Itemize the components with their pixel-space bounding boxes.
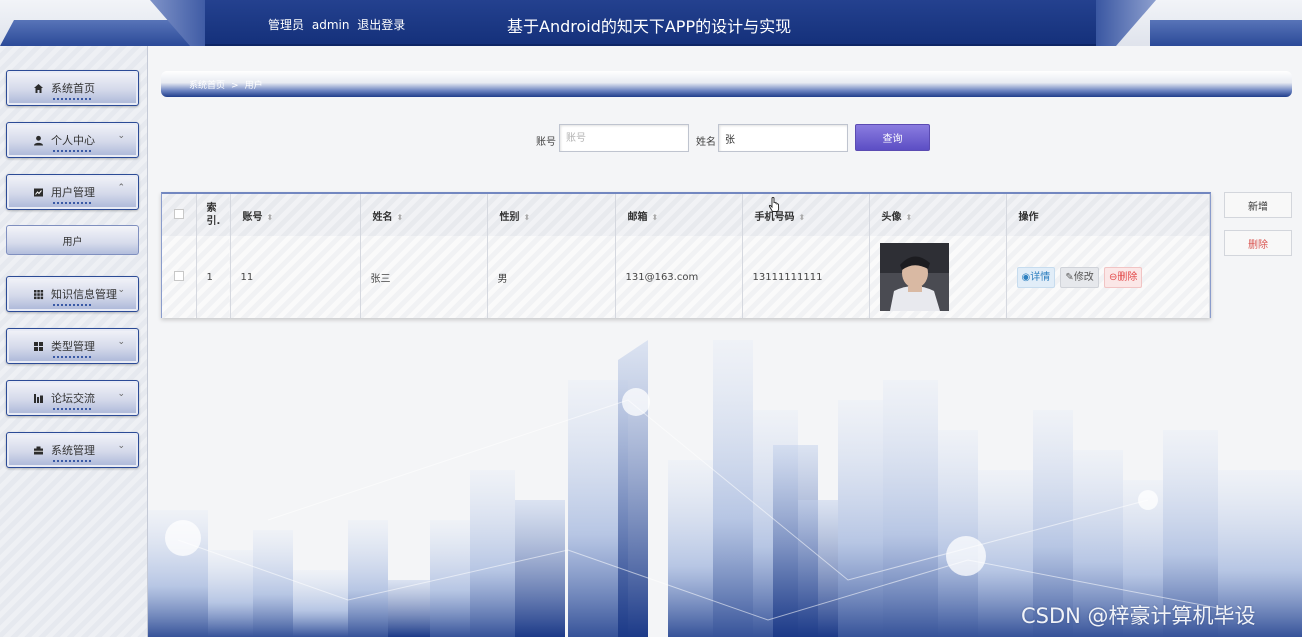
table-row: 1 11 张三 男 131@163.com 13111111111 ◉详情 ✎修… bbox=[162, 236, 1210, 318]
home-icon bbox=[32, 82, 44, 94]
breadcrumb-current: 用户 bbox=[244, 81, 263, 91]
edit-icon: ✎ bbox=[1065, 271, 1074, 283]
eye-icon: ◉ bbox=[1021, 271, 1031, 283]
sidebar-item-label: 系统首页 bbox=[51, 82, 95, 95]
csdn-watermark: CSDN @梓豪计算机毕设 bbox=[1021, 604, 1256, 628]
grid-icon bbox=[32, 288, 44, 300]
select-all-header bbox=[162, 194, 197, 236]
row-checkbox[interactable] bbox=[174, 270, 184, 281]
add-button[interactable]: 新增 bbox=[1224, 192, 1292, 218]
cell-gender: 男 bbox=[487, 236, 616, 318]
user-icon bbox=[32, 134, 44, 146]
cell-actions: ◉详情 ✎修改 ⊖删除 bbox=[1006, 236, 1210, 318]
cell-phone: 13111111111 bbox=[742, 236, 870, 318]
menu-underline bbox=[53, 202, 93, 204]
apps-icon bbox=[32, 340, 44, 352]
sort-icon: ⬍ bbox=[523, 212, 531, 222]
column-header-phone[interactable]: 手机号码 ⬍ bbox=[742, 194, 870, 236]
sidebar-subitem-user[interactable]: 用户 bbox=[6, 225, 139, 255]
app-title: 基于Android的知天下APP的设计与实现 bbox=[507, 17, 792, 36]
sort-icon: ⬍ bbox=[798, 212, 806, 222]
sidebar-item-label: 个人中心 bbox=[51, 134, 95, 147]
cell-account: 11 bbox=[230, 236, 361, 318]
row-select-cell bbox=[162, 236, 197, 318]
sidebar-item-personal-center[interactable]: 个人中心 ⌄ bbox=[6, 122, 139, 158]
sidebar-item-system-manage[interactable]: 系统管理 ⌄ bbox=[6, 432, 139, 468]
delete-button[interactable]: ⊖删除 bbox=[1104, 266, 1143, 288]
sidebar-item-label: 用户管理 bbox=[51, 186, 95, 199]
user-manage-icon bbox=[32, 186, 44, 198]
sidebar-item-label: 类型管理 bbox=[51, 340, 95, 353]
column-header-name[interactable]: 姓名 ⬍ bbox=[360, 194, 488, 236]
sidebar-item-label: 论坛交流 bbox=[51, 392, 95, 405]
search-button[interactable]: 查询 bbox=[855, 124, 930, 151]
account-search-input[interactable] bbox=[559, 124, 689, 152]
user-table: 索引. 账号 ⬍ 姓名 ⬍ 性别 ⬍ 邮箱 ⬍ 手机号码 ⬍ 头像 ⬍ 操作 1 11 张三… bbox=[161, 192, 1211, 318]
briefcase-icon bbox=[32, 444, 44, 456]
sort-icon: ⬍ bbox=[905, 212, 913, 222]
menu-underline bbox=[53, 304, 93, 306]
sidebar-item-home[interactable]: 系统首页 bbox=[6, 70, 139, 106]
breadcrumb-separator: > bbox=[231, 81, 239, 91]
chevron-down-icon: ⌄ bbox=[117, 285, 125, 295]
table-header-row: 索引. 账号 ⬍ 姓名 ⬍ 性别 ⬍ 邮箱 ⬍ 手机号码 ⬍ 头像 ⬍ 操作 bbox=[162, 194, 1210, 236]
user-avatar-image bbox=[879, 243, 949, 311]
chevron-down-icon: ⌄ bbox=[117, 337, 125, 347]
sidebar-item-label: 系统管理 bbox=[51, 444, 95, 457]
sort-icon: ⬍ bbox=[266, 212, 274, 222]
menu-underline bbox=[53, 460, 93, 462]
chevron-down-icon: ⌄ bbox=[117, 389, 125, 399]
chevron-up-icon: ⌃ bbox=[117, 183, 125, 193]
sidebar-item-user-manage[interactable]: 用户管理 ⌃ bbox=[6, 174, 139, 210]
column-header-avatar[interactable]: 头像 ⬍ bbox=[869, 194, 1007, 236]
city-skyline-background bbox=[148, 340, 1302, 637]
sort-icon: ⬍ bbox=[651, 212, 659, 222]
account-label: 账号 bbox=[536, 137, 556, 148]
cell-avatar bbox=[869, 236, 1007, 318]
cell-email: 131@163.com bbox=[615, 236, 743, 318]
menu-underline bbox=[53, 98, 93, 100]
sidebar-item-knowledge-manage[interactable]: 知识信息管理 ⌄ bbox=[6, 276, 139, 312]
edit-button[interactable]: ✎修改 bbox=[1060, 266, 1099, 288]
column-header-index: 索引. bbox=[196, 194, 231, 236]
sort-icon: ⬍ bbox=[396, 212, 404, 222]
logout-link[interactable]: 退出登录 bbox=[357, 18, 405, 32]
cell-index: 1 bbox=[196, 236, 231, 318]
admin-role: 管理员 bbox=[268, 18, 305, 32]
breadcrumb-bar bbox=[161, 71, 1292, 97]
select-all-checkbox[interactable] bbox=[174, 208, 184, 219]
sidebar-item-type-manage[interactable]: 类型管理 ⌄ bbox=[6, 328, 139, 364]
detail-button[interactable]: ◉详情 bbox=[1016, 266, 1056, 288]
column-header-account[interactable]: 账号 ⬍ bbox=[230, 194, 361, 236]
admin-info: 管理员 admin 退出登录 bbox=[268, 16, 409, 33]
breadcrumb-home[interactable]: 系统首页 bbox=[189, 81, 225, 91]
menu-underline bbox=[53, 150, 93, 152]
name-search-input[interactable] bbox=[718, 124, 848, 152]
batch-delete-button[interactable]: 删除 bbox=[1224, 230, 1292, 256]
chevron-down-icon: ⌄ bbox=[117, 131, 125, 141]
breadcrumb: 系统首页 > 用户 bbox=[189, 78, 263, 91]
column-header-actions: 操作 bbox=[1006, 194, 1210, 236]
chart-icon bbox=[32, 392, 44, 404]
menu-underline bbox=[53, 356, 93, 358]
mouse-cursor-icon bbox=[768, 197, 780, 216]
column-header-email[interactable]: 邮箱 ⬍ bbox=[615, 194, 743, 236]
name-label: 姓名 bbox=[696, 137, 716, 148]
header-right-bar bbox=[1150, 20, 1302, 46]
chevron-down-icon: ⌄ bbox=[117, 441, 125, 451]
cell-name: 张三 bbox=[360, 236, 488, 318]
sidebar-item-label: 知识信息管理 bbox=[51, 288, 117, 301]
menu-underline bbox=[53, 408, 93, 410]
sidebar-item-forum[interactable]: 论坛交流 ⌄ bbox=[6, 380, 139, 416]
admin-name: admin bbox=[311, 18, 350, 32]
column-header-gender[interactable]: 性别 ⬍ bbox=[487, 194, 616, 236]
